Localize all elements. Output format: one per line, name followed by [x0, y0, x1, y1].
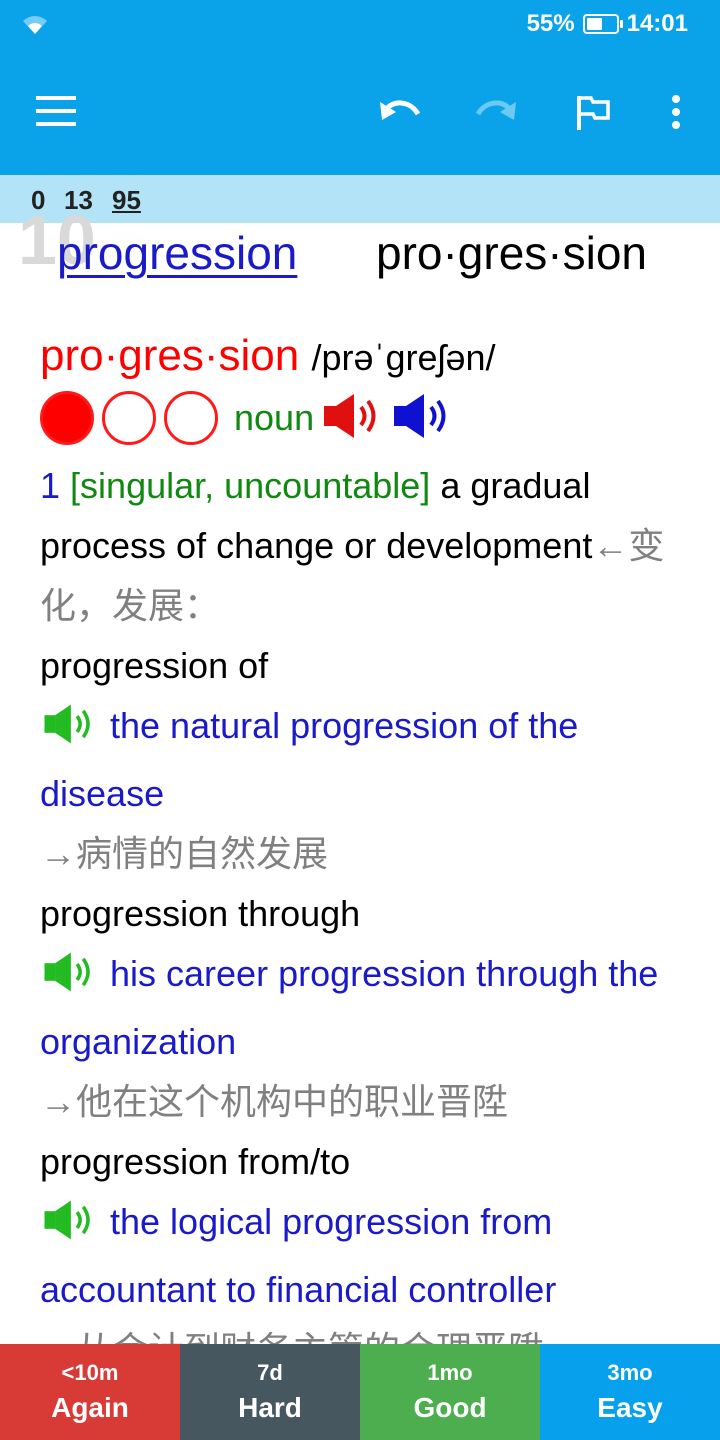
speaker-green-icon[interactable] [40, 950, 100, 1012]
example-text: his career progression through the organ… [40, 953, 659, 1062]
wifi-icon [20, 12, 50, 41]
again-button[interactable]: <10m Again [0, 1344, 180, 1440]
more-vertical-icon[interactable] [670, 94, 682, 135]
headword-row: progression pro·gres·sion [0, 222, 720, 286]
hard-interval: 7d [257, 1360, 283, 1385]
headword-syllables: pro·gres·sion [376, 227, 647, 279]
redo-icon[interactable] [474, 94, 518, 133]
headword-link[interactable]: progression [57, 226, 297, 280]
frequency-dot-1 [40, 391, 94, 445]
hard-button[interactable]: 7d Hard [180, 1344, 360, 1440]
review-count: 95 [112, 185, 141, 215]
example-sentence: his career progression through the organ… [40, 944, 690, 1072]
good-button[interactable]: 1mo Good [360, 1344, 540, 1440]
example-translation: →他在这个机构中的职业晋陞 [40, 1081, 509, 1122]
part-of-speech: noun [234, 397, 315, 438]
grammar-label: [singular, uncountable] [70, 465, 431, 506]
deck-counts: 0 13 95 [0, 175, 720, 223]
example-text: the natural progression of the disease [40, 705, 579, 814]
example-pattern: progression through [40, 893, 361, 934]
example-pattern: progression of [40, 645, 269, 686]
frequency-dot-2 [102, 391, 156, 445]
good-label: Good [413, 1392, 487, 1423]
good-interval: 1mo [427, 1360, 473, 1385]
toolbar [0, 50, 720, 175]
answer-buttons: <10m Again 7d Hard 1mo Good 3mo Easy [0, 1344, 720, 1440]
speaker-green-icon[interactable] [40, 1198, 100, 1260]
entry-meta: noun [40, 386, 690, 450]
speaker-green-icon[interactable] [40, 702, 100, 764]
hard-label: Hard [238, 1392, 302, 1423]
frequency-dot-3 [164, 391, 218, 445]
example-text: the logical progression from accountant … [40, 1201, 557, 1310]
example-sentence: the logical progression from accountant … [40, 1192, 690, 1320]
battery-icon [582, 14, 623, 34]
example-sentence: the natural progression of the disease [40, 696, 690, 824]
entry-header: pro·gres·sion /prəˈɡreʃən/ [40, 326, 690, 386]
easy-button[interactable]: 3mo Easy [540, 1344, 720, 1440]
speaker-red-icon[interactable] [322, 391, 384, 446]
sense-1: 1 [singular, uncountable] a gradual proc… [40, 456, 690, 636]
clock: 14:01 [626, 10, 688, 37]
entry-syllables: pro·gres·sion [40, 331, 300, 380]
flag-icon[interactable] [576, 94, 612, 137]
speaker-blue-icon[interactable] [392, 391, 454, 446]
hamburger-menu-icon[interactable] [36, 96, 76, 131]
pronunciation: /prəˈɡreʃən/ [311, 337, 496, 378]
easy-interval: 3mo [607, 1360, 653, 1385]
easy-label: Easy [597, 1392, 663, 1423]
again-interval: <10m [61, 1360, 119, 1385]
sense-number: 1 [40, 465, 61, 506]
again-label: Again [51, 1392, 129, 1423]
battery-percent: 55% [526, 10, 575, 37]
status-bar: 55% 14:01 [0, 0, 720, 50]
undo-icon[interactable] [378, 94, 422, 133]
example-translation: →病情的自然发展 [40, 833, 329, 874]
dictionary-entry: pro·gres·sion /prəˈɡreʃən/ noun 1 [singu… [40, 326, 690, 1380]
example-pattern: progression from/to [40, 1141, 351, 1182]
